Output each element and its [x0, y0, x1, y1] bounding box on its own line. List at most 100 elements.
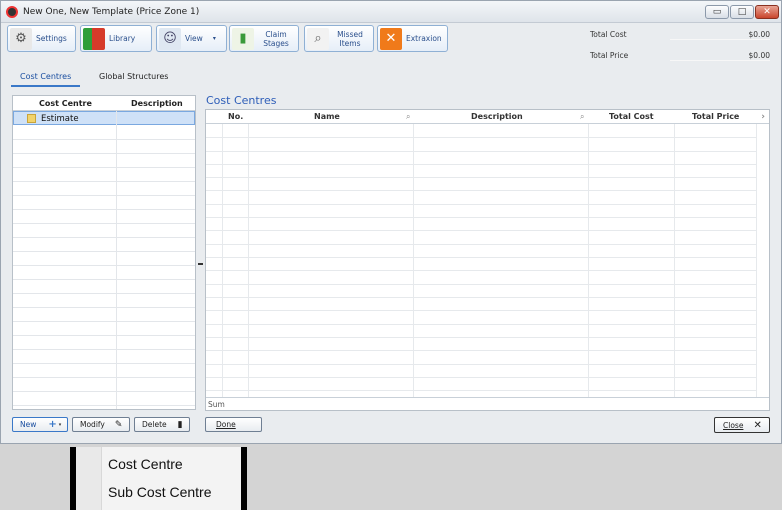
- column-name[interactable]: Name: [314, 112, 340, 121]
- grid-row-line: [206, 350, 756, 351]
- grid-row-line: [206, 364, 756, 365]
- close-icon: ✕: [753, 419, 762, 431]
- new-dropdown-menu: Cost Centre Sub Cost Centre: [70, 447, 247, 510]
- extraxion-button[interactable]: ✕ Extraxion: [377, 25, 448, 52]
- grid-column-line: [588, 124, 589, 410]
- tree-header: Cost Centre Description: [13, 96, 195, 111]
- trash-icon: ▮: [177, 419, 183, 430]
- column-total-price[interactable]: Total Price: [692, 112, 739, 121]
- tree-row: [13, 378, 195, 392]
- grid-header: No. Name ⌕ Description ⌕ Total Cost Tota…: [206, 110, 769, 124]
- filter-description-icon[interactable]: ⌕: [580, 112, 584, 122]
- grid-column-line: [248, 124, 249, 410]
- tree-row: [13, 364, 195, 378]
- column-description[interactable]: Description: [471, 112, 523, 121]
- tree-row: [13, 168, 195, 182]
- grid-row-line: [206, 377, 756, 378]
- new-label: New: [20, 420, 37, 429]
- maximize-button[interactable]: □: [730, 5, 754, 19]
- dropdown-arrow-icon: ▾: [212, 35, 216, 42]
- grid-column-line: [413, 124, 414, 410]
- grid-row-line: [206, 230, 756, 231]
- grid-row-line: [206, 337, 756, 338]
- tab-global-structures[interactable]: Global Structures: [99, 72, 168, 81]
- column-divider: [116, 111, 117, 409]
- column-cost-centre[interactable]: Cost Centre: [39, 99, 92, 108]
- window-title: New One, New Template (Price Zone 1): [23, 7, 200, 17]
- delete-button[interactable]: Delete ▮: [134, 417, 190, 432]
- filter-name-icon[interactable]: ⌕: [406, 112, 410, 122]
- grid-row-line: [206, 137, 756, 138]
- close-button[interactable]: Close ✕: [714, 417, 770, 433]
- pencil-icon: ✎: [114, 419, 123, 430]
- tree-row: [13, 210, 195, 224]
- grid-row-line: [206, 190, 756, 191]
- minimize-button[interactable]: ▭: [705, 5, 729, 19]
- done-label: Done: [216, 420, 236, 429]
- total-cost-label: Total Cost: [590, 30, 627, 39]
- tree-row: [13, 238, 195, 252]
- claim-stages-button[interactable]: ▮ Claim Stages: [229, 25, 299, 52]
- panel-title: Cost Centres: [206, 94, 277, 107]
- magnifier-icon: ⌕: [307, 27, 329, 50]
- panel-splitter[interactable]: [198, 263, 203, 265]
- settings-button[interactable]: ⚙ Settings: [7, 25, 76, 52]
- window-close-button[interactable]: ✕: [755, 5, 779, 19]
- new-button[interactable]: New + ▾: [12, 417, 68, 432]
- column-description[interactable]: Description: [131, 99, 183, 108]
- total-cost: Total Cost $0.00: [590, 30, 772, 40]
- view-label: View: [185, 34, 203, 43]
- missed-items-button[interactable]: ⌕ Missed Items: [304, 25, 374, 52]
- scroll-right-icon[interactable]: ›: [761, 112, 765, 122]
- column-no[interactable]: No.: [228, 112, 243, 121]
- grid-row-line: [206, 324, 756, 325]
- tree-row-label: Estimate: [41, 114, 79, 124]
- grid-row-line: [206, 217, 756, 218]
- tree-row: [13, 154, 195, 168]
- tree-row: [13, 182, 195, 196]
- menu-item-cost-centre[interactable]: Cost Centre: [108, 456, 183, 472]
- done-button[interactable]: Done: [205, 417, 262, 432]
- extraxion-icon: ✕: [380, 27, 402, 50]
- grid-row-line: [206, 310, 756, 311]
- grid-column-line: [222, 124, 223, 410]
- gear-icon: ⚙: [10, 27, 32, 50]
- tree-row: [13, 294, 195, 308]
- dropdown-arrow-icon: ▾: [58, 421, 62, 428]
- plus-icon: +: [48, 419, 57, 430]
- extraxion-label: Extraxion: [406, 34, 442, 43]
- grid-row-line: [206, 390, 756, 391]
- grid-row-line: [206, 151, 756, 152]
- tab-cost-centres[interactable]: Cost Centres: [11, 72, 81, 87]
- total-price-label: Total Price: [590, 51, 629, 60]
- books-icon: [83, 27, 105, 50]
- cost-centre-tree: Cost Centre Description Estimate: [12, 95, 196, 410]
- people-icon: ☺: [159, 27, 181, 50]
- tree-row-estimate[interactable]: Estimate: [13, 111, 195, 125]
- tree-row: [13, 224, 195, 238]
- grid-row-line: [206, 244, 756, 245]
- tree-row: [13, 392, 195, 406]
- column-total-cost[interactable]: Total Cost: [609, 112, 654, 121]
- delete-label: Delete: [142, 420, 167, 429]
- grid-column-line: [756, 124, 757, 410]
- close-label: Close: [723, 420, 744, 430]
- menu-panel: Cost Centre Sub Cost Centre: [76, 447, 241, 510]
- claim-stages-label: Claim Stages: [263, 29, 289, 48]
- main-window: New One, New Template (Price Zone 1) ▭ □…: [0, 0, 782, 444]
- menu-item-sub-cost-centre[interactable]: Sub Cost Centre: [108, 484, 212, 500]
- tree-row: [13, 196, 195, 210]
- cost-centre-grid: No. Name ⌕ Description ⌕ Total Cost Tota…: [205, 109, 770, 411]
- grid-row-line: [206, 177, 756, 178]
- tree-row: [13, 252, 195, 266]
- library-label: Library: [109, 34, 136, 43]
- bar-chart-icon: ▮: [232, 27, 254, 50]
- library-button[interactable]: Library: [80, 25, 152, 52]
- menu-icon-strip: [76, 447, 102, 510]
- tree-row: [13, 336, 195, 350]
- folder-icon: [27, 114, 36, 123]
- grid-row-line: [206, 270, 756, 271]
- tree-row: [13, 280, 195, 294]
- view-button[interactable]: ☺ View ▾: [156, 25, 227, 52]
- modify-button[interactable]: Modify ✎: [72, 417, 130, 432]
